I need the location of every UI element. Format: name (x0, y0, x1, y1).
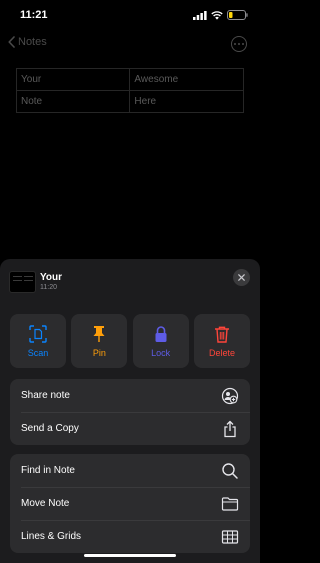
back-label: Notes (18, 36, 47, 48)
chevron-left-icon (8, 36, 15, 48)
table-cell[interactable]: Here (129, 90, 244, 113)
back-button[interactable]: Notes (8, 36, 47, 48)
sheet-header: Your 11:20 (9, 269, 251, 305)
lock-button[interactable]: Lock (132, 314, 189, 368)
more-options-button[interactable] (231, 36, 247, 52)
lock-label: Lock (151, 347, 171, 358)
move-note-row[interactable]: Move Note (10, 487, 250, 520)
table-row: Note Here (15, 90, 244, 113)
trash-icon (214, 326, 229, 343)
move-note-label: Move Note (21, 498, 70, 509)
status-time: 11:21 (20, 9, 48, 21)
delete-button[interactable]: Delete (193, 314, 250, 368)
folder-icon (221, 495, 239, 513)
share-people-icon (221, 387, 239, 405)
note-time: 11:20 (40, 284, 57, 291)
search-icon (221, 462, 239, 480)
table-cell[interactable]: Note (15, 90, 131, 113)
status-icons (193, 10, 248, 20)
share-note-label: Share note (21, 390, 70, 401)
pin-icon (93, 325, 105, 342)
navigation-bar: Notes (0, 34, 260, 56)
lock-icon (155, 325, 167, 342)
lines-grids-row[interactable]: Lines & Grids (10, 520, 250, 553)
home-indicator[interactable] (84, 554, 176, 557)
send-copy-label: Send a Copy (21, 423, 79, 434)
scan-button[interactable]: Scan (10, 314, 66, 368)
scan-icon (29, 324, 47, 343)
scan-label: Scan (27, 347, 49, 358)
share-note-row[interactable]: Share note (10, 379, 250, 412)
note-title: Your (40, 272, 63, 283)
close-button[interactable] (233, 269, 250, 286)
pin-label: Pin (92, 347, 106, 358)
pin-button[interactable]: Pin (71, 314, 128, 368)
find-in-note-row[interactable]: Find in Note (10, 454, 250, 487)
wifi-icon (211, 10, 223, 20)
delete-label: Delete (208, 347, 235, 358)
note-thumbnail (9, 271, 36, 293)
tools-group: Find in Note Move Note Lines & Grids (10, 454, 250, 553)
table-row: Your Awesome (15, 68, 244, 91)
note-table: Your Awesome Note Here (15, 68, 244, 113)
find-in-note-label: Find in Note (21, 465, 75, 476)
status-bar: 11:21 (0, 0, 260, 30)
share-icon (221, 420, 239, 438)
quick-actions: Scan Pin Lock Delete (10, 314, 250, 368)
battery-icon (227, 10, 248, 20)
close-icon (238, 274, 245, 281)
send-copy-row[interactable]: Send a Copy (10, 412, 250, 445)
table-cell[interactable]: Your (15, 68, 131, 91)
cellular-signal-icon (193, 10, 207, 20)
grid-icon (221, 528, 239, 546)
note-options-sheet: Your 11:20 Scan Pin Lock Delete Share no… (0, 259, 260, 563)
lines-grids-label: Lines & Grids (21, 531, 82, 542)
share-group: Share note Send a Copy (10, 379, 250, 445)
table-cell[interactable]: Awesome (129, 68, 244, 91)
